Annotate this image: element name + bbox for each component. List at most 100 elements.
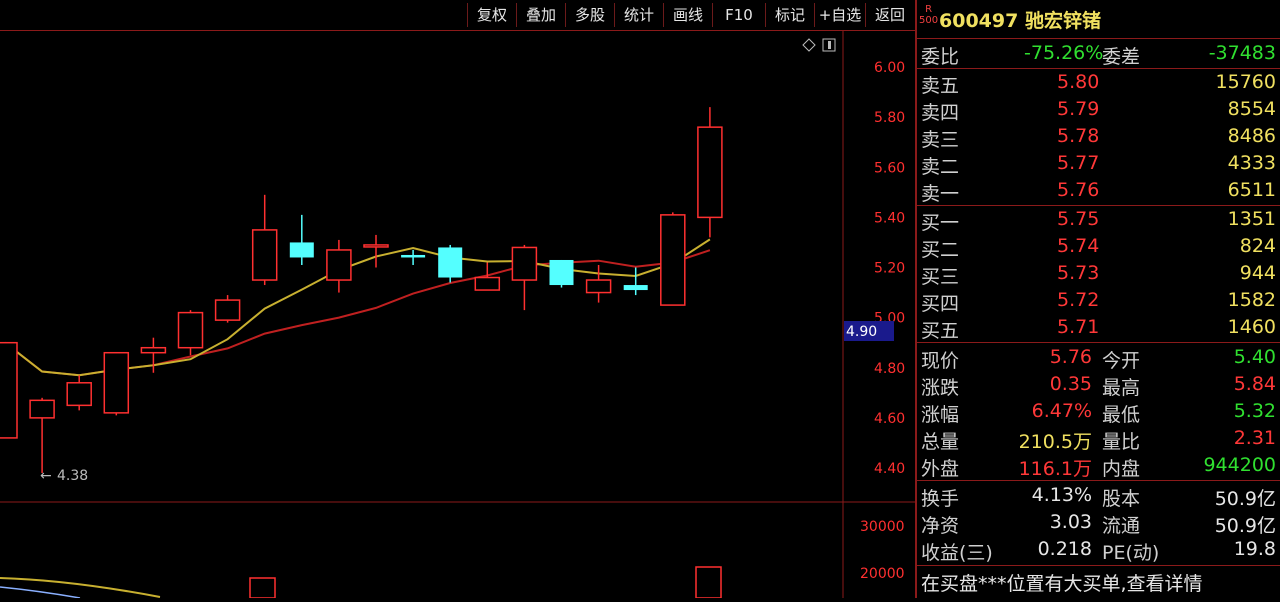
fin-label: 净资 (921, 515, 960, 537)
volume-axis-label: 20000 (860, 566, 905, 582)
candle-body (326, 249, 352, 281)
candle-body (363, 244, 389, 248)
separator (917, 205, 1280, 206)
candle-body (103, 351, 130, 414)
fin-label: 收益(三) (921, 542, 993, 564)
stats-label: 量比 (1102, 431, 1141, 453)
bid-level-label: 买一 (921, 212, 960, 234)
candle-body (29, 399, 55, 419)
ask-level-label: 卖二 (921, 156, 960, 178)
ask-price: 5.77 (1057, 152, 1100, 174)
ask-volume: 8554 (1227, 98, 1276, 120)
candle-body (438, 247, 463, 278)
separator (917, 480, 1280, 481)
candle-body (214, 299, 241, 321)
volume-axis-label: 30000 (860, 519, 905, 535)
bid-volume: 824 (1239, 235, 1276, 257)
fin-label: PE(动) (1102, 542, 1160, 564)
bid-price: 5.71 (1057, 316, 1100, 338)
stats-label: 内盘 (1102, 458, 1141, 480)
candle-body (177, 311, 204, 349)
back-button[interactable]: 返回 (865, 3, 914, 27)
bid-price: 5.75 (1057, 208, 1100, 230)
f10-button[interactable]: F10 (712, 3, 765, 27)
stats-value: 5.84 (1233, 373, 1276, 395)
ask-price: 5.80 (1057, 71, 1100, 93)
stats-value: 944200 (1203, 454, 1276, 476)
rs-badge: R 500 (919, 4, 939, 26)
volume-bar (695, 566, 722, 599)
stock-header: R 500 600497 驰宏锌锗 (917, 0, 1280, 39)
stats-row: 外盘 116.1万 内盘 944200 (917, 453, 1280, 480)
stats-label: 最高 (1102, 377, 1141, 399)
bid-level-row[interactable]: 买二 5.74 824 (917, 234, 1280, 261)
stats-row: 现价 5.76 今开 5.40 (917, 345, 1280, 372)
stats-label: 现价 (921, 350, 960, 372)
stats-row: 涨跌 0.35 最高 5.84 (917, 372, 1280, 399)
fin-value: 0.218 (1037, 538, 1092, 560)
stats-label: 涨跌 (921, 377, 960, 399)
ask-price: 5.78 (1057, 125, 1100, 147)
volume-ma-line (0, 577, 161, 598)
bid-volume: 944 (1239, 262, 1276, 284)
add-watchlist-button[interactable]: +自选 (814, 3, 865, 27)
stats-label: 涨幅 (921, 404, 960, 426)
ask-volume: 4333 (1227, 152, 1276, 174)
bid-level-row[interactable]: 买四 5.72 1582 (917, 288, 1280, 315)
candle-body (623, 285, 648, 291)
multi-stock-button[interactable]: 多股 (565, 3, 614, 27)
bid-volume: 1351 (1227, 208, 1276, 230)
ask-level-row[interactable]: 卖三 5.78 8486 (917, 124, 1280, 151)
price-axis-label: 5.40 (874, 210, 905, 226)
overlay-button[interactable]: 叠加 (516, 3, 565, 27)
restore-rights-button[interactable]: 复权 (467, 3, 516, 27)
price-axis-label: 5.60 (874, 160, 905, 176)
ask-volume: 15760 (1215, 71, 1276, 93)
bid-level-label: 买二 (921, 239, 960, 261)
stats-label: 今开 (1102, 350, 1141, 372)
stats-label: 外盘 (921, 458, 960, 480)
mark-button[interactable]: 标记 (765, 3, 814, 27)
fin-row: 收益(三) 0.218 PE(动) 19.8 (917, 537, 1280, 564)
statistics-button[interactable]: 统计 (614, 3, 663, 27)
fin-value: 3.03 (1049, 511, 1092, 533)
ask-level-row[interactable]: 卖五 5.80 15760 (917, 70, 1280, 97)
candle-body (660, 214, 686, 306)
stats-row: 总量 210.5万 量比 2.31 (917, 426, 1280, 453)
fin-value: 4.13% (1031, 484, 1092, 506)
candle-body (474, 276, 501, 291)
ask-level-row[interactable]: 卖一 5.76 6511 (917, 178, 1280, 205)
bid-level-row[interactable]: 买五 5.71 1460 (917, 315, 1280, 342)
bid-price: 5.72 (1057, 289, 1100, 311)
ask-level-row[interactable]: 卖二 5.77 4333 (917, 151, 1280, 178)
ask-level-label: 卖一 (921, 183, 960, 205)
stats-row: 涨幅 6.47% 最低 5.32 (917, 399, 1280, 426)
volume-bar (249, 577, 276, 599)
bid-level-label: 买三 (921, 266, 960, 288)
big-order-notice[interactable]: 在买盘***位置有大买单,查看详情 (917, 568, 1280, 595)
kline-chart[interactable]: 6.005.805.605.405.205.004.804.604.40 4.9… (0, 31, 915, 599)
stats-value: 2.31 (1233, 427, 1276, 449)
stats-value: 5.76 (1049, 346, 1092, 368)
stats-value: 210.5万 (1018, 431, 1092, 453)
fin-value: 19.8 (1233, 538, 1276, 560)
bid-price: 5.74 (1057, 235, 1100, 257)
bid-level-row[interactable]: 买一 5.75 1351 (917, 207, 1280, 234)
candle-body (697, 126, 723, 219)
ask-volume: 8486 (1227, 125, 1276, 147)
kline-chart-area[interactable]: 6.00 5.80 5.60 5.40 5.20 5.00 4.80 4.60 4.40 4.9… (0, 31, 915, 599)
draw-line-button[interactable]: 画线 (663, 3, 712, 27)
fin-label: 股本 (1102, 488, 1141, 510)
ask-level-row[interactable]: 卖四 5.79 8554 (917, 97, 1280, 124)
candle-body (585, 279, 612, 294)
bid-level-row[interactable]: 买三 5.73 944 (917, 261, 1280, 288)
separator (917, 68, 1280, 69)
stats-value: 0.35 (1049, 373, 1092, 395)
quote-panel: R 500 600497 驰宏锌锗 委比 -75.26% 委差 -37483 卖五… (915, 0, 1280, 598)
price-axis-label: 5.20 (874, 261, 905, 277)
ask-level-label: 卖三 (921, 129, 960, 151)
current-price-tag: 4.90 (846, 324, 877, 340)
candle-body (511, 246, 538, 281)
diamond-icon[interactable] (802, 38, 816, 52)
candle-body (549, 259, 574, 286)
